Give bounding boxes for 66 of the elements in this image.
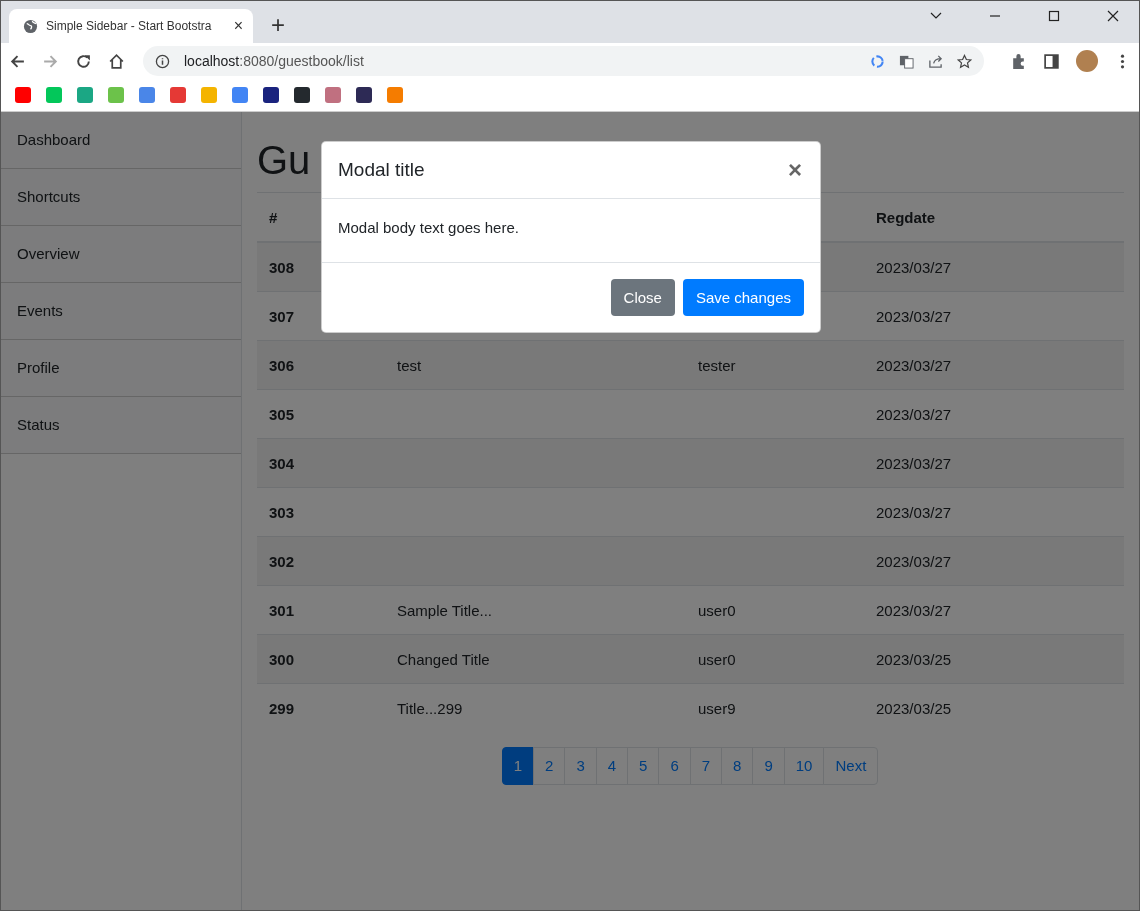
share-icon[interactable] xyxy=(928,53,943,69)
puzzle-icon[interactable] xyxy=(1010,52,1027,70)
table-cell: 304 xyxy=(269,454,295,472)
home-icon[interactable] xyxy=(108,52,125,70)
new-tab-button[interactable]: + xyxy=(271,11,285,39)
table-cell: user0 xyxy=(698,650,736,668)
column-header: # xyxy=(269,208,278,226)
table-cell: 301 xyxy=(269,601,295,619)
star-icon[interactable] xyxy=(957,53,972,69)
globe-icon xyxy=(23,18,38,34)
page-link[interactable]: Next xyxy=(823,747,879,785)
info-icon xyxy=(155,53,170,69)
page-link[interactable]: 10 xyxy=(783,747,825,785)
table-cell: Title...299 xyxy=(397,699,463,717)
close-tab-button[interactable]: × xyxy=(233,17,243,35)
page-link[interactable]: 5 xyxy=(627,747,660,785)
page-link[interactable]: 1 xyxy=(501,747,535,785)
table-cell: 303 xyxy=(269,503,295,521)
page-link[interactable]: 2 xyxy=(533,747,566,785)
table-cell: 2023/03/25 xyxy=(876,699,952,717)
table-cell: 2023/03/27 xyxy=(876,601,952,619)
bookmark-icon[interactable] xyxy=(263,87,279,103)
table-cell: 2023/03/27 xyxy=(876,454,952,472)
table-cell: 306 xyxy=(269,356,295,374)
close-button[interactable]: × xyxy=(786,158,804,182)
translate-icon[interactable] xyxy=(899,53,914,69)
table-cell: 2023/03/27 xyxy=(876,258,952,276)
table-cell: 2023/03/27 xyxy=(876,503,952,521)
table-cell: 308 xyxy=(269,258,295,276)
table-cell: 305 xyxy=(269,405,295,423)
bookmark-icon[interactable] xyxy=(356,87,372,103)
address-bar[interactable]: localhost:8080/guestbook/list xyxy=(143,46,984,76)
page-link[interactable]: 6 xyxy=(658,747,691,785)
table-cell: Sample Title... xyxy=(397,601,493,619)
table-cell: user0 xyxy=(698,601,736,619)
table-cell: user9 xyxy=(698,699,736,717)
table-cell: 307 xyxy=(269,307,295,325)
table-cell: 300 xyxy=(269,650,295,668)
tab-title: Simple Sidebar - Start Bootstra xyxy=(46,19,213,33)
browser-tab[interactable]: Simple Sidebar - Start Bootstra × xyxy=(9,9,253,43)
table-cell: 299 xyxy=(269,699,295,717)
maximize-icon[interactable] xyxy=(1047,9,1061,23)
page-link[interactable]: 9 xyxy=(752,747,785,785)
reload-icon[interactable] xyxy=(75,52,92,70)
table-cell: 2023/03/27 xyxy=(876,307,952,325)
url-text: localhost:8080/guestbook/list xyxy=(184,53,364,69)
page-heading: Gu xyxy=(257,138,311,182)
table-cell: 2023/03/27 xyxy=(876,405,952,423)
save-button[interactable]: Save changes xyxy=(682,279,804,316)
avatar[interactable] xyxy=(1076,50,1098,72)
table-cell: 302 xyxy=(269,552,295,570)
column-header: Regdate xyxy=(876,208,936,226)
modal-body-text: Modal body text goes here. xyxy=(338,219,519,236)
modal-title: Modal title xyxy=(338,159,425,181)
close-icon[interactable] xyxy=(1106,9,1120,23)
bookmark-icon[interactable] xyxy=(294,87,310,103)
table-cell: test xyxy=(397,356,422,374)
table-cell: 2023/03/27 xyxy=(876,356,952,374)
page-link[interactable]: 8 xyxy=(721,747,754,785)
close-button[interactable]: Close xyxy=(610,279,675,316)
page-link[interactable]: 3 xyxy=(564,747,597,785)
side-panel-icon[interactable] xyxy=(1043,52,1060,70)
table-cell: tester xyxy=(698,356,736,374)
table-cell: 2023/03/27 xyxy=(876,552,952,570)
table-cell: 2023/03/25 xyxy=(876,650,952,668)
table-cell: Changed Title xyxy=(397,650,490,668)
